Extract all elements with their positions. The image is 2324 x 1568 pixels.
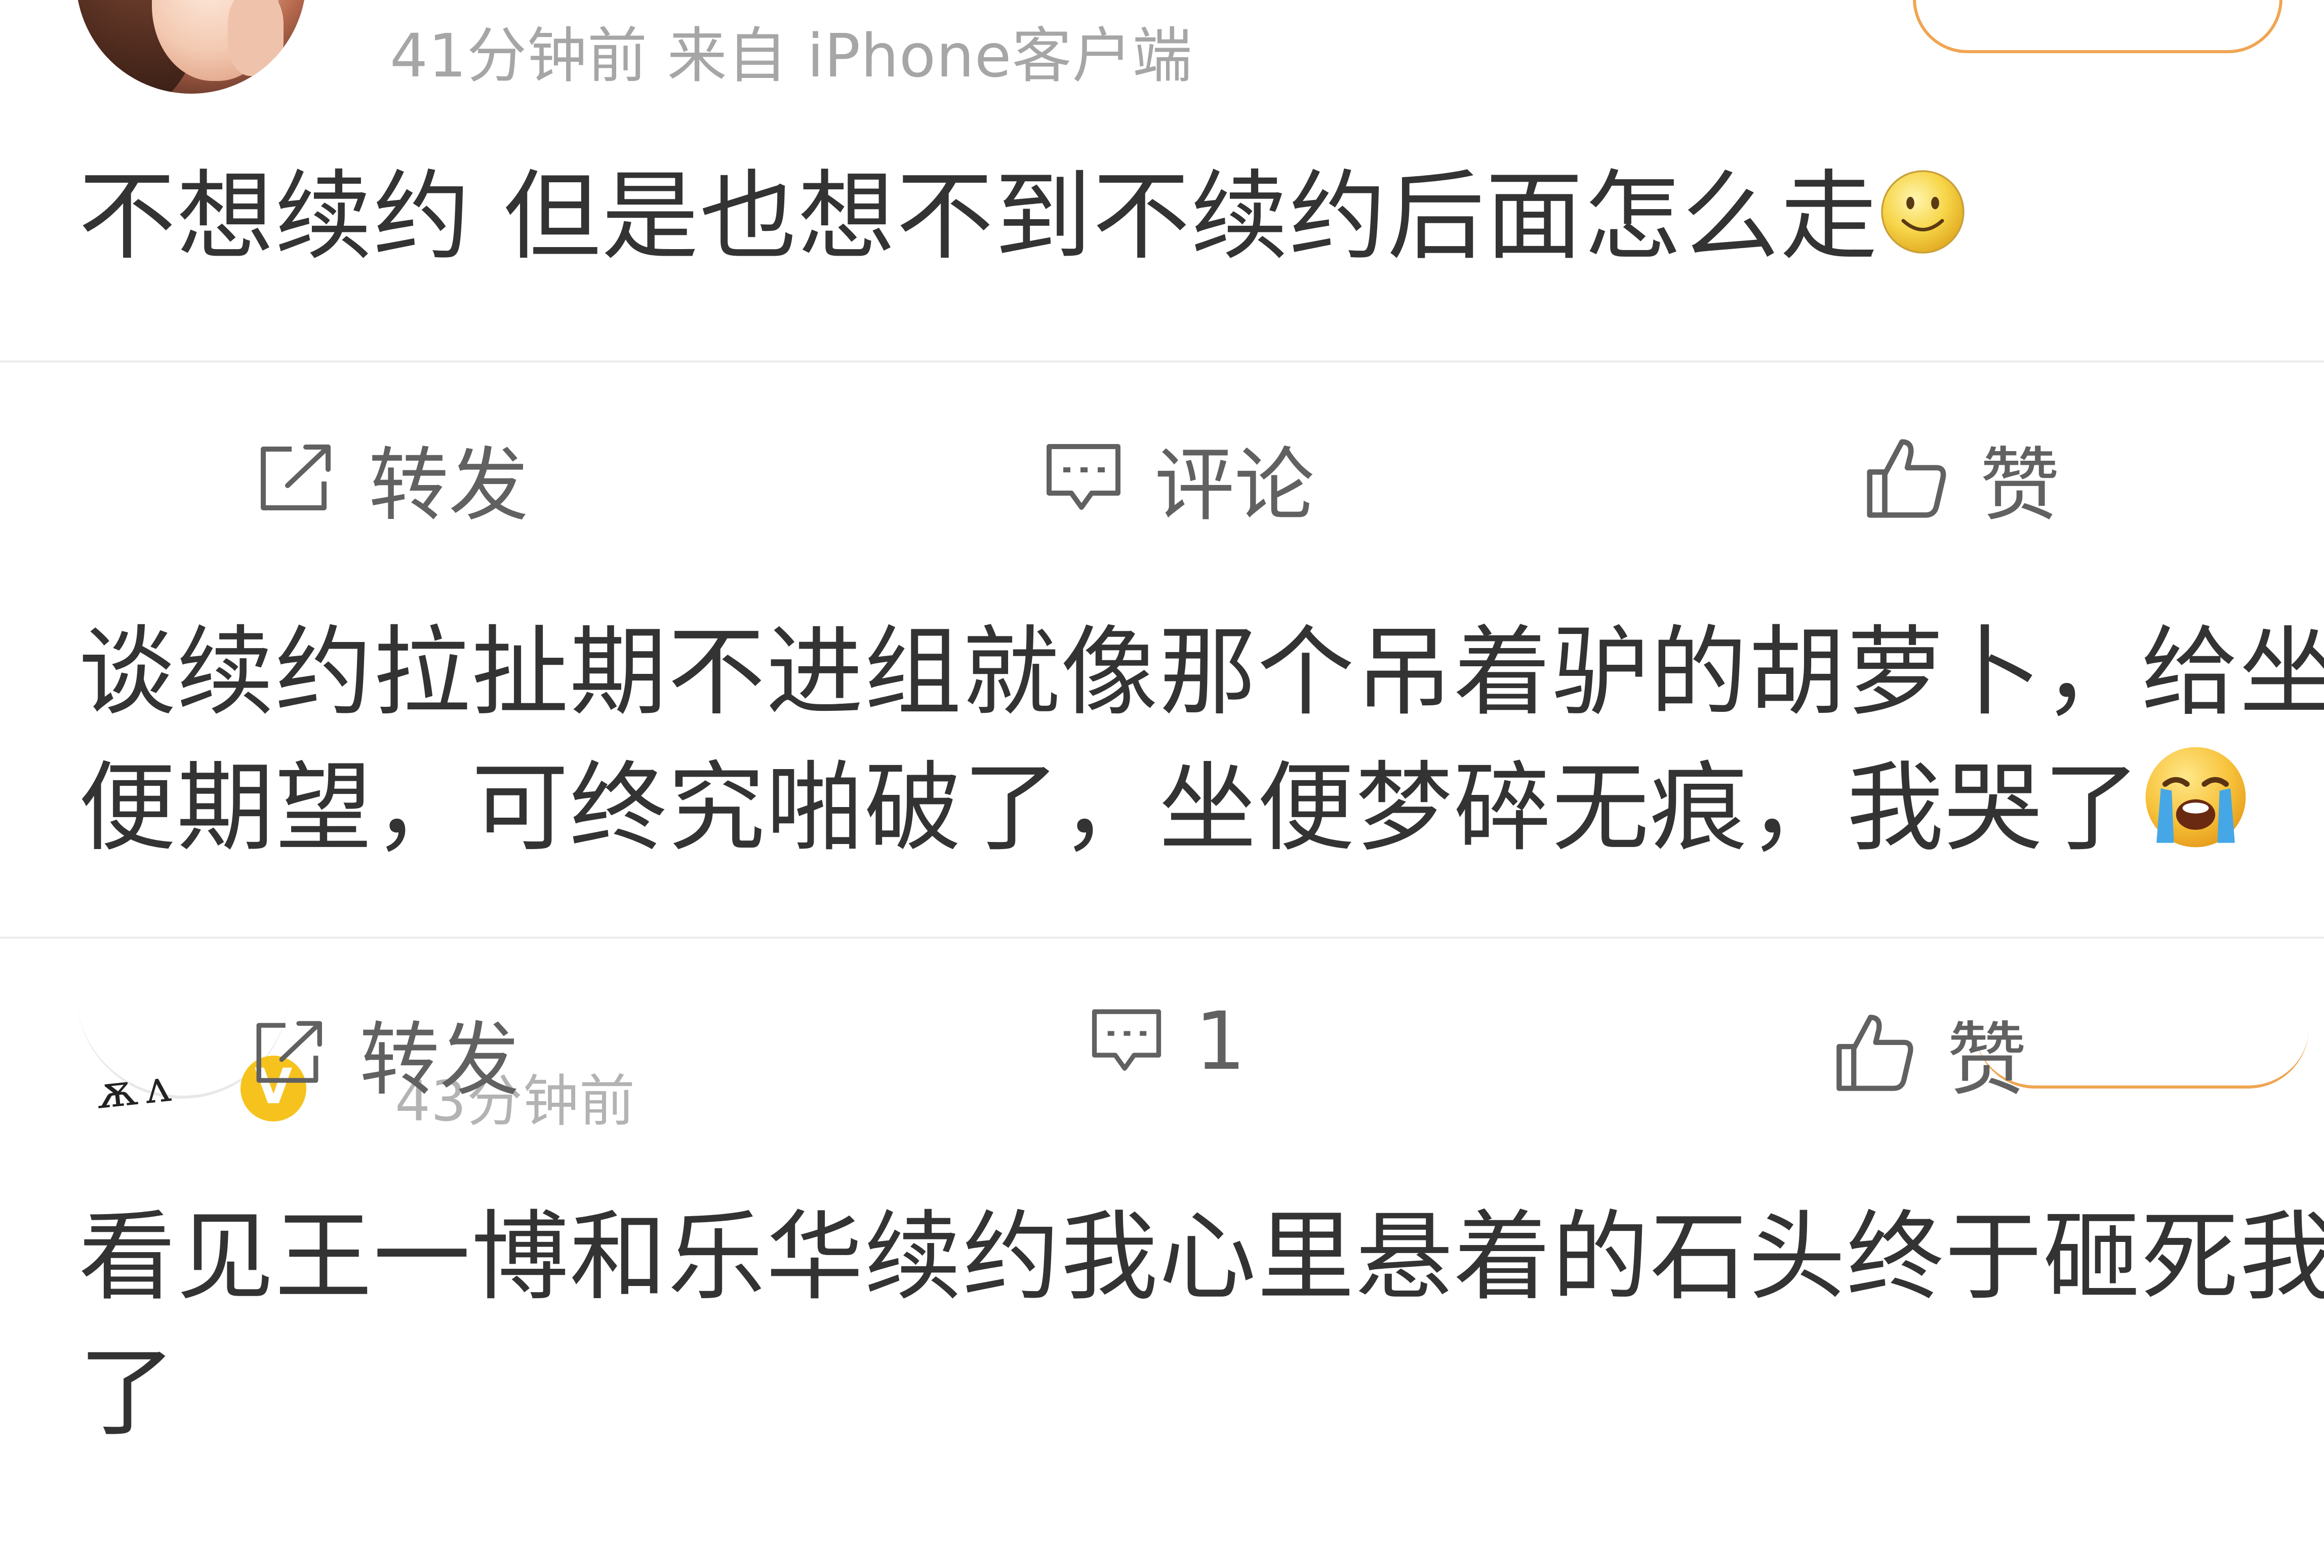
comment-count: 1: [1195, 995, 1246, 1088]
comment-icon: [1047, 444, 1120, 510]
post-text: 便期望，可终究啪破了，坐便梦碎无痕，我哭了: [78, 741, 2250, 887]
comment-button[interactable]: 评论: [1043, 420, 1314, 536]
divider: [0, 360, 2324, 363]
comment-button[interactable]: 1: [1089, 995, 1246, 1088]
crying-emoji-icon: [2141, 743, 2250, 887]
avatar-scribble: ѫ ᴧ: [94, 1059, 170, 1119]
post-text: 不想续约 但是也想不到不续约后面怎么走: [78, 149, 1967, 291]
smile-emoji-icon: [1878, 155, 1967, 291]
post-text-body: 不想续约 但是也想不到不续约后面怎么走: [78, 160, 1879, 273]
forward-label: 转发: [369, 439, 529, 532]
like-button[interactable]: 赞: [1833, 995, 2027, 1111]
like-button[interactable]: 赞: [1863, 420, 2060, 536]
forward-icon: [261, 444, 331, 510]
thumbs-up-icon: [1836, 1015, 1913, 1091]
post-text-line: 看见王一博和乐华续约我心里悬着的石头终于砸死我: [78, 1201, 2324, 1314]
post-meta: 41分钟前 来自 iPhone客户端: [390, 21, 1193, 91]
forward-button[interactable]: 转发: [253, 995, 519, 1111]
comment-label: 评论: [1154, 439, 1314, 532]
like-label: 赞: [1947, 1014, 2027, 1107]
follow-button[interactable]: [1913, 0, 2282, 53]
post-text-line: 便期望，可终究啪破了，坐便梦碎无痕，我哭了: [78, 752, 2141, 865]
post-text-line: 谈续约拉扯期不进组就像那个吊着驴的胡萝卜，给坐: [78, 616, 2324, 729]
comment-icon: [1092, 1009, 1161, 1071]
avatar[interactable]: [76, 0, 306, 94]
forward-label: 转发: [359, 1014, 519, 1107]
post-text-line: 了: [78, 1337, 177, 1450]
avatar-hand: [228, 0, 284, 76]
like-label: 赞: [1980, 439, 2060, 532]
forward-icon: [256, 1021, 322, 1083]
forward-button[interactable]: 转发: [257, 420, 529, 536]
thumbs-up-icon: [1867, 438, 1946, 518]
